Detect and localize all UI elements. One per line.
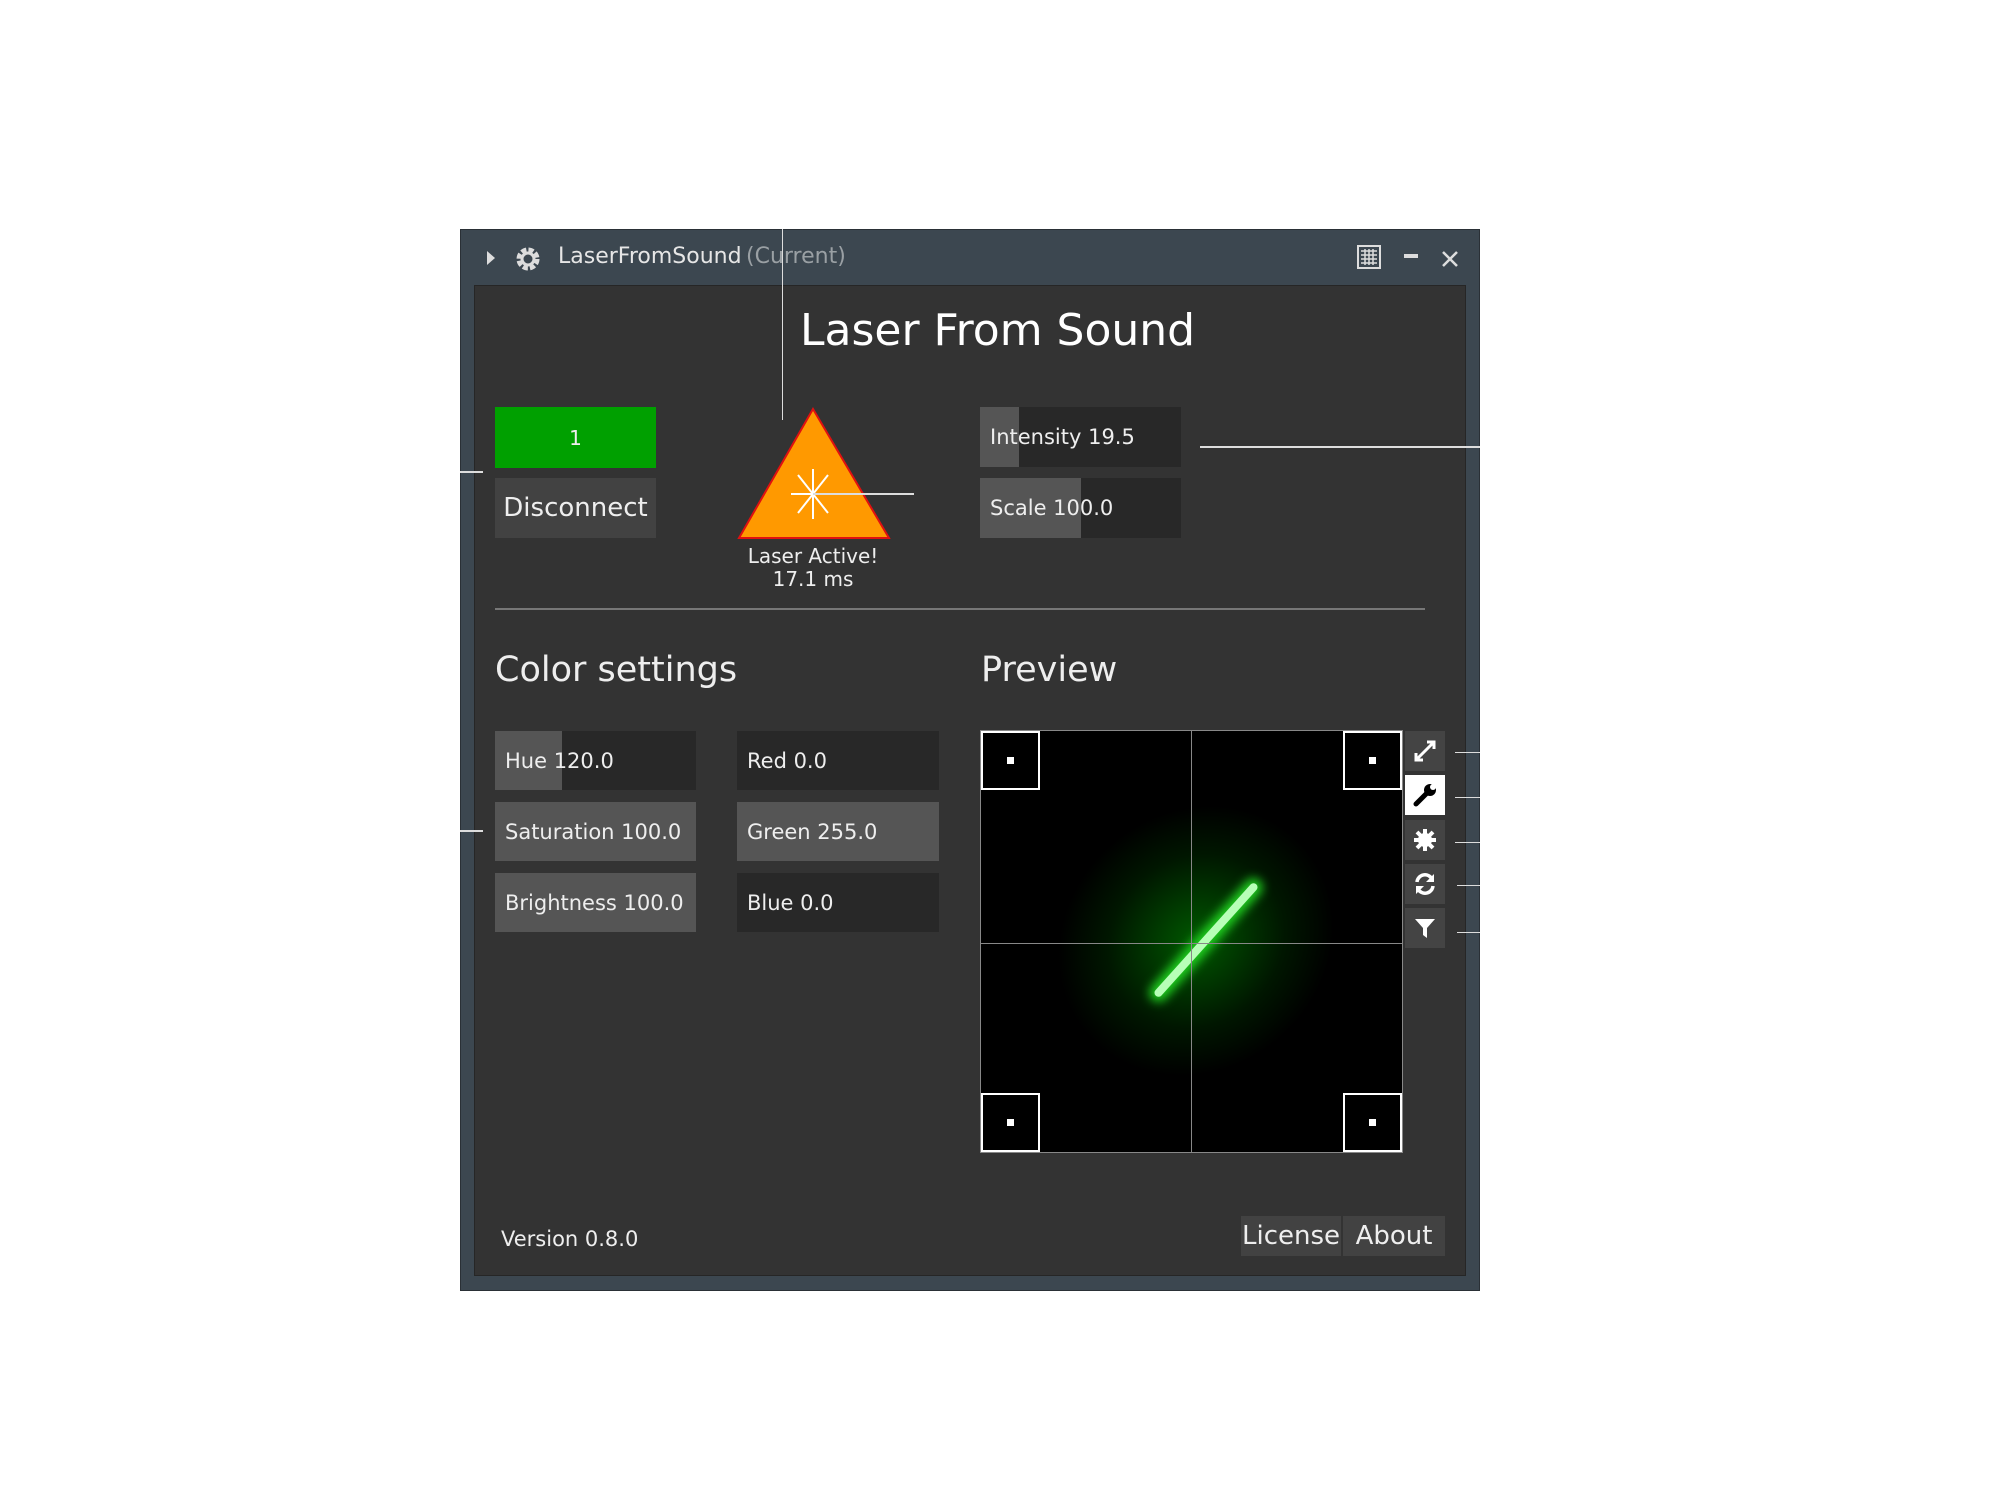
corner-handle-top-right[interactable] [1343,731,1402,790]
corner-handle-bottom-left[interactable] [981,1093,1040,1152]
close-icon[interactable] [1441,250,1459,268]
gear-icon [516,247,540,271]
filter-icon [1415,919,1435,938]
version-label: Version 0.8.0 [501,1227,639,1251]
page-title: Laser From Sound [800,305,1196,356]
laser-status: Laser Active! 17.1 ms [713,545,913,591]
saturation-label: Saturation 100.0 [505,819,682,844]
connector-line [460,471,483,473]
divider [495,608,1425,610]
expand-arrow-icon[interactable] [486,250,496,266]
refresh-icon [1415,873,1435,895]
connector-line [782,229,783,420]
preview-title: Preview [981,650,1118,690]
license-button[interactable]: License [1241,1216,1341,1256]
disconnect-button[interactable]: Disconnect [495,478,656,538]
laser-latency: 17.1 ms [772,567,854,591]
refresh-button[interactable] [1405,864,1445,904]
laser-status-text: Laser Active! [747,544,879,568]
hue-label: Hue 120.0 [505,748,614,773]
expand-icon [1414,740,1436,762]
about-button[interactable]: About [1343,1216,1445,1256]
corner-handle-bottom-right[interactable] [1343,1093,1402,1152]
scale-slider[interactable]: Scale 100.0 [980,478,1181,538]
preview-canvas[interactable] [980,730,1403,1153]
device-id-indicator[interactable]: 1 [495,407,656,468]
laser-warning-icon [737,407,891,539]
blue-label: Blue 0.0 [747,890,834,915]
wrench-button[interactable] [1405,775,1445,815]
blue-slider[interactable]: Blue 0.0 [737,873,939,932]
expand-button[interactable] [1405,731,1445,771]
intensity-label: Intensity 19.5 [990,425,1135,449]
connector-line [460,830,483,832]
window-title: LaserFromSound [558,244,742,269]
green-slider[interactable]: Green 255.0 [737,802,939,861]
red-slider[interactable]: Red 0.0 [737,731,939,790]
corner-handle-top-left[interactable] [981,731,1040,790]
filter-button[interactable] [1405,908,1445,948]
saturation-slider[interactable]: Saturation 100.0 [495,802,696,861]
grid-icon[interactable] [1357,245,1381,269]
connector-line [813,493,914,495]
hue-slider[interactable]: Hue 120.0 [495,731,696,790]
crosshair-vertical [1191,731,1192,1152]
wrench-icon [1413,784,1436,807]
laser-glow [1001,748,1391,1134]
green-label: Green 255.0 [747,819,878,844]
intensity-slider[interactable]: Intensity 19.5 [980,407,1181,467]
title-bar[interactable]: LaserFromSound (Current) [460,229,1480,285]
scale-label: Scale 100.0 [990,496,1114,520]
red-label: Red 0.0 [747,748,827,773]
color-settings-title: Color settings [495,650,738,690]
brightness-slider[interactable]: Brightness 100.0 [495,873,696,932]
connector-line [1200,446,1480,448]
crosshair-horizontal [981,943,1402,944]
minimize-icon[interactable] [1404,254,1418,258]
window-title-suffix: (Current) [746,244,846,269]
brightness-label: Brightness 100.0 [505,890,684,915]
puzzle-button[interactable] [1405,820,1445,860]
puzzle-icon [1414,829,1436,851]
